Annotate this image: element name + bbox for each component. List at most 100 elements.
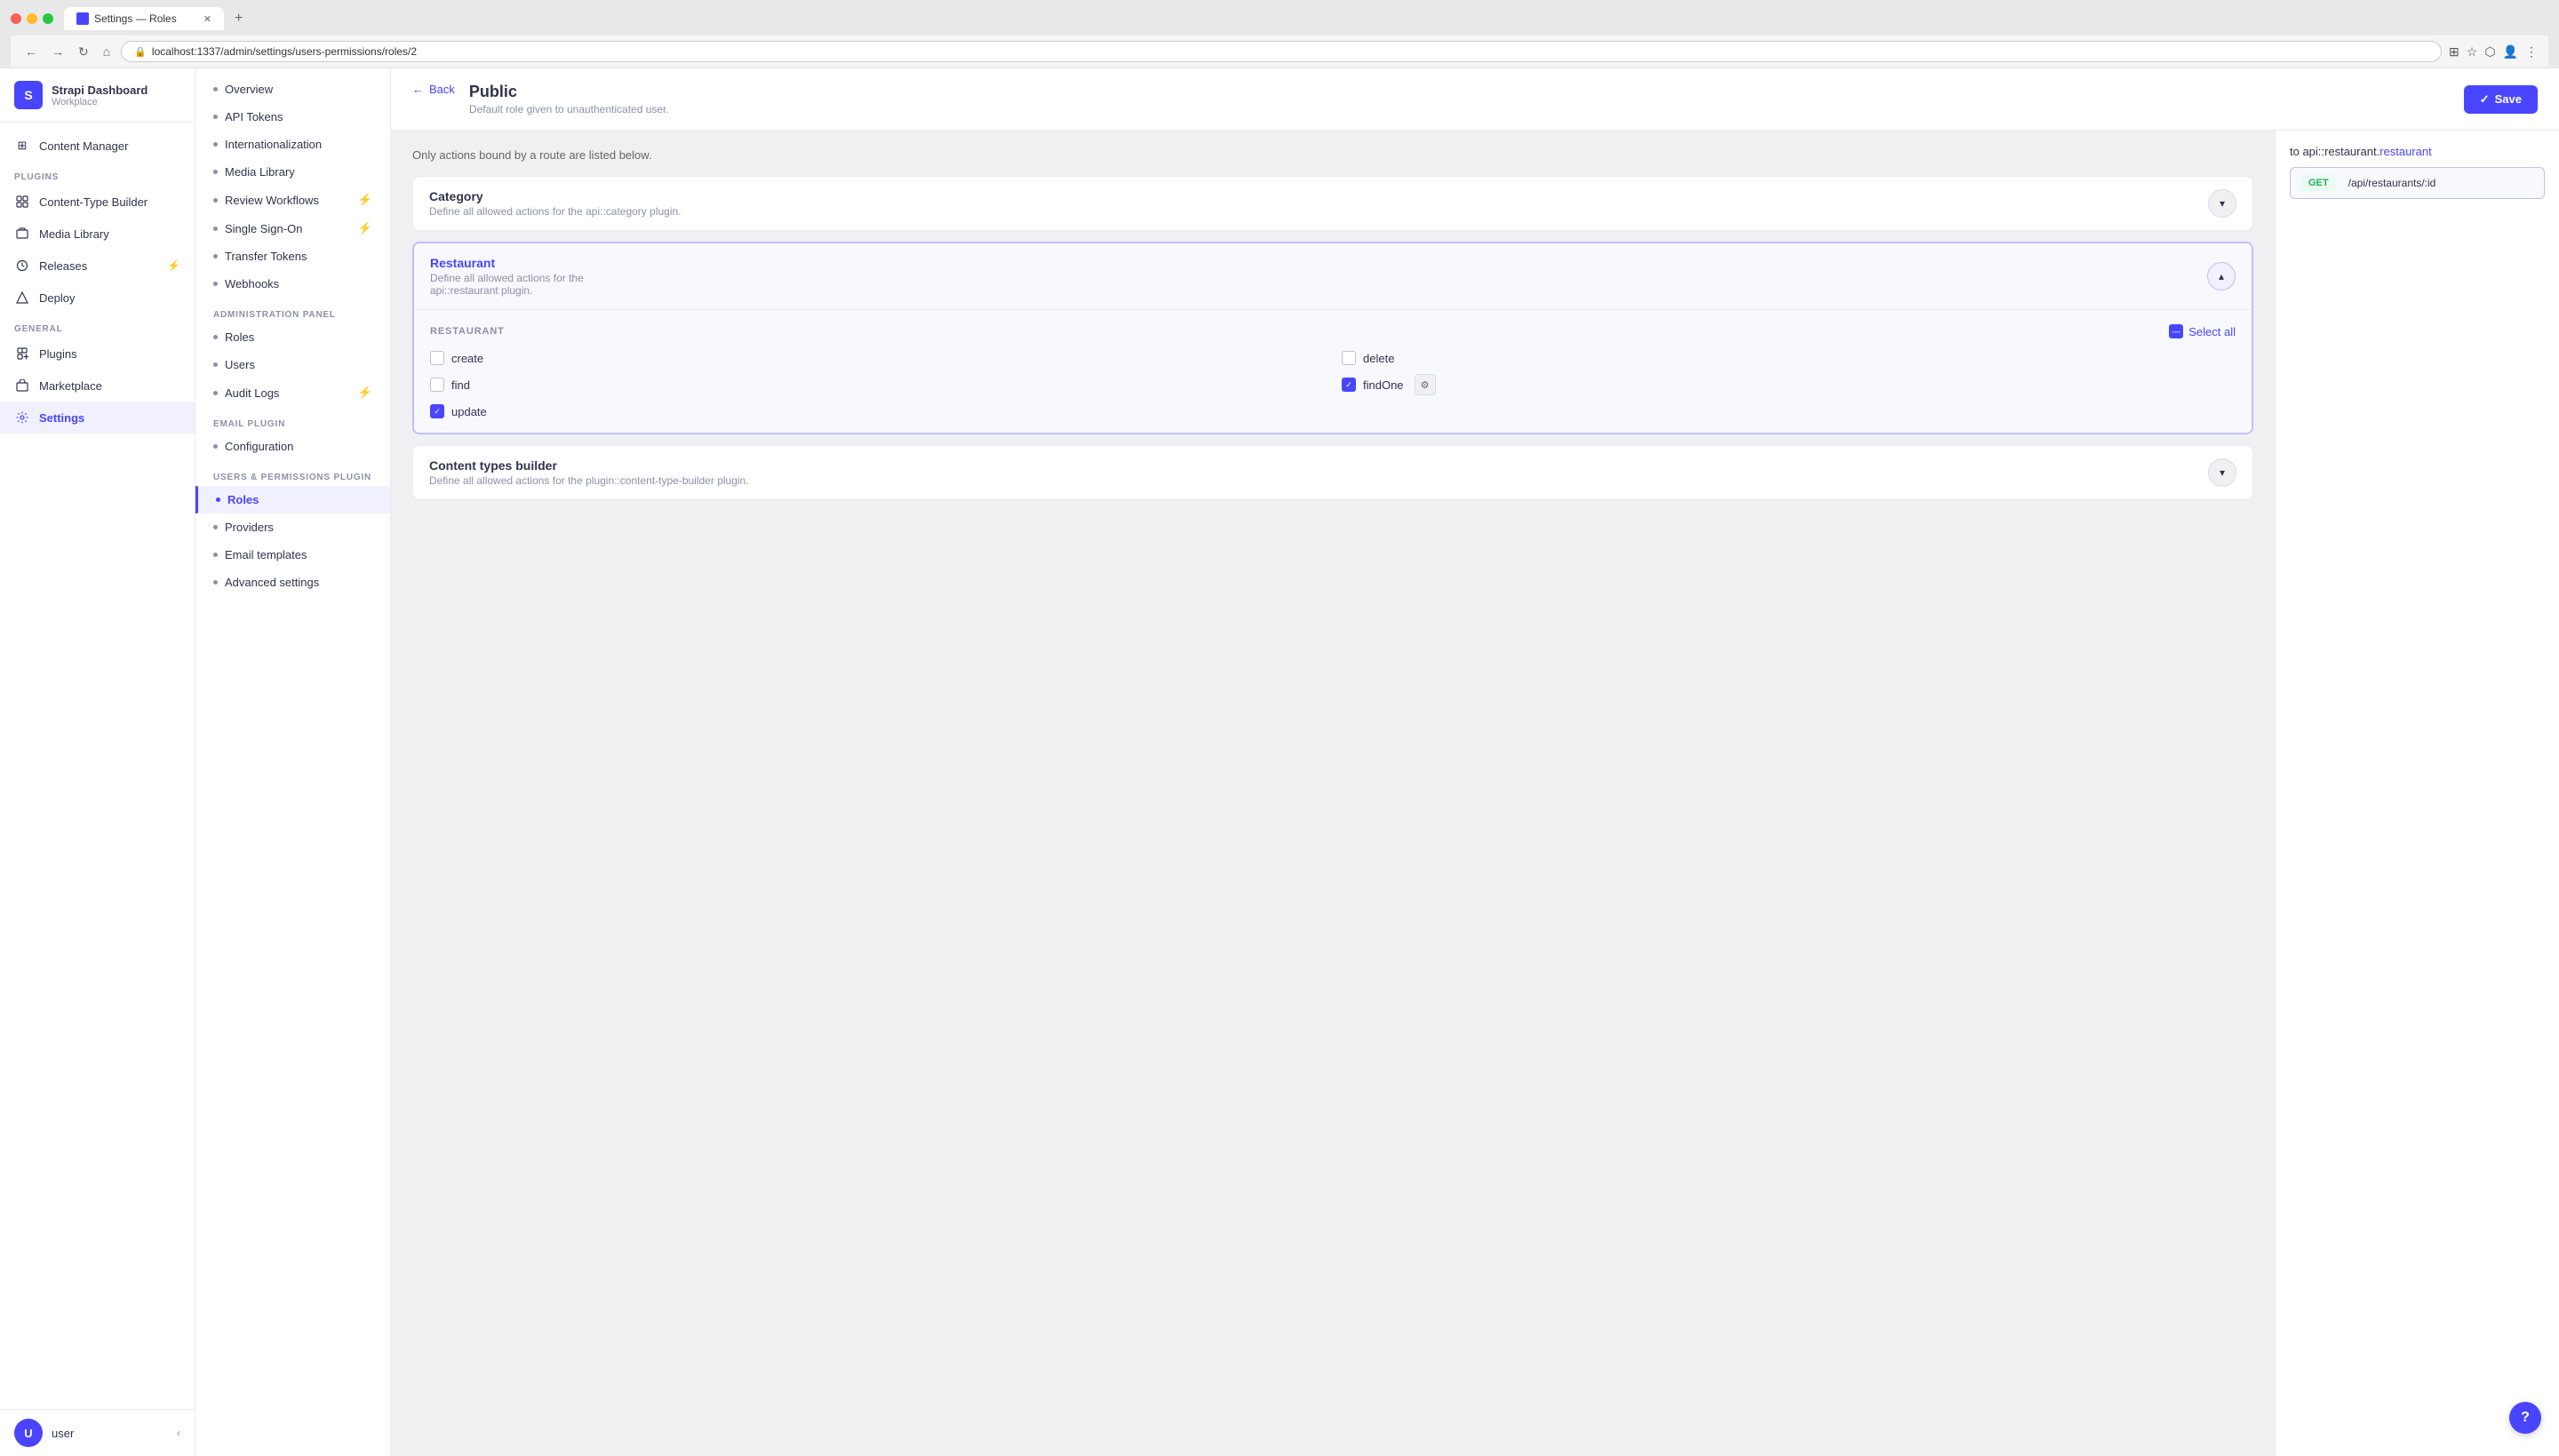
checkbox-findone[interactable]: ✓ bbox=[1342, 378, 1356, 392]
nav-home-btn[interactable]: ⌂ bbox=[100, 43, 114, 60]
nav-back-btn[interactable]: ← bbox=[21, 43, 41, 60]
traffic-lights bbox=[11, 13, 53, 24]
app-container: S Strapi Dashboard Workplace ⊞ Content M… bbox=[0, 68, 2559, 1456]
sidebar-nav: ⊞ Content Manager PLUGINS Content-Type B… bbox=[0, 123, 195, 1409]
settings-nav-label-users: Users bbox=[225, 358, 255, 371]
help-button[interactable]: ? bbox=[2509, 1402, 2541, 1434]
settings-nav-configuration[interactable]: Configuration bbox=[195, 433, 390, 460]
sidebar-item-releases[interactable]: Releases ⚡ bbox=[0, 250, 195, 282]
route-link[interactable]: restaurant bbox=[2380, 145, 2432, 158]
settings-nav-label-webhooks: Webhooks bbox=[225, 277, 279, 290]
nav-reload-btn[interactable]: ↻ bbox=[75, 43, 92, 61]
plugin-desc-ctb: Define all allowed actions for the plugi… bbox=[429, 474, 749, 487]
new-tab-btn[interactable]: + bbox=[227, 7, 250, 30]
save-button[interactable]: ✓ Save bbox=[2464, 85, 2538, 114]
sidebar-item-settings[interactable]: Settings bbox=[0, 402, 195, 434]
checkbox-update[interactable]: ✓ bbox=[430, 404, 444, 418]
brand-sub: Workplace bbox=[52, 97, 147, 107]
settings-nav-label-transfer-tokens: Transfer Tokens bbox=[225, 250, 307, 263]
sidebar-item-deploy[interactable]: Deploy bbox=[0, 282, 195, 314]
active-tab[interactable]: Settings — Roles ✕ bbox=[64, 7, 224, 30]
settings-nav-media-library[interactable]: Media Library bbox=[195, 158, 390, 186]
sidebar-item-content-manager[interactable]: ⊞ Content Manager bbox=[0, 130, 195, 162]
tab-title: Settings — Roles bbox=[94, 12, 177, 25]
settings-nav-label-review-workflows: Review Workflows bbox=[225, 194, 319, 207]
toggle-btn-restaurant[interactable]: ▴ bbox=[2207, 262, 2236, 290]
plugin-header-restaurant[interactable]: Restaurant Define all allowed actions fo… bbox=[414, 243, 2252, 309]
url-text: localhost:1337/admin/settings/users-perm… bbox=[152, 45, 417, 58]
back-button[interactable]: ← Back bbox=[412, 83, 455, 96]
settings-nav-advanced-settings[interactable]: Advanced settings bbox=[195, 569, 390, 596]
sidebar-item-label-releases: Releases bbox=[39, 259, 87, 273]
translate-icon[interactable]: ⊞ bbox=[2449, 44, 2459, 60]
sidebar-item-marketplace[interactable]: Marketplace bbox=[0, 370, 195, 402]
settings-nav-review-workflows[interactable]: Review Workflows ⚡ bbox=[195, 186, 390, 214]
bullet-providers bbox=[213, 525, 218, 529]
settings-nav-internationalization[interactable]: Internationalization bbox=[195, 131, 390, 158]
browser-tabs: Settings — Roles ✕ + bbox=[11, 7, 2548, 30]
toggle-btn-category[interactable]: ▾ bbox=[2208, 189, 2236, 218]
sidebar-item-label-ctb: Content-Type Builder bbox=[39, 195, 147, 209]
perm-label-delete: delete bbox=[1363, 352, 1394, 365]
bookmark-icon[interactable]: ☆ bbox=[2467, 44, 2478, 60]
bullet-review-workflows bbox=[213, 198, 218, 203]
bullet-media-library bbox=[213, 170, 218, 174]
minimize-window-btn[interactable] bbox=[27, 13, 37, 24]
route-path: GET /api/restaurants/:id bbox=[2290, 167, 2545, 199]
checkbox-find[interactable] bbox=[430, 378, 444, 392]
profile-icon[interactable]: 👤 bbox=[2503, 44, 2518, 60]
settings-nav-audit-logs[interactable]: Audit Logs ⚡ bbox=[195, 378, 390, 407]
maximize-window-btn[interactable] bbox=[43, 13, 53, 24]
plugin-body-restaurant: RESTAURANT — Select all create bbox=[414, 309, 2252, 433]
single-sign-on-badge: ⚡ bbox=[358, 221, 372, 235]
settings-nav-label-advanced-settings: Advanced settings bbox=[225, 576, 319, 589]
settings-nav-roles[interactable]: Roles bbox=[195, 323, 390, 351]
bullet-audit-logs bbox=[213, 391, 218, 395]
brand-icon: S bbox=[14, 81, 43, 109]
sidebar-item-content-type-builder[interactable]: Content-Type Builder bbox=[0, 186, 195, 218]
toggle-btn-ctb[interactable]: ▾ bbox=[2208, 458, 2236, 487]
sidebar-footer: U user ‹ bbox=[0, 1409, 195, 1456]
settings-nav-overview[interactable]: Overview bbox=[195, 76, 390, 103]
close-window-btn[interactable] bbox=[11, 13, 21, 24]
bullet-advanced-settings bbox=[213, 580, 218, 585]
settings-nav-roles-up[interactable]: Roles bbox=[198, 486, 390, 513]
tab-close-btn[interactable]: ✕ bbox=[203, 13, 211, 25]
settings-section-users-perms: USERS & PERMISSIONS PLUGIN bbox=[195, 460, 390, 486]
bullet-overview bbox=[213, 87, 218, 91]
settings-nav-transfer-tokens[interactable]: Transfer Tokens bbox=[195, 243, 390, 270]
checkbox-create[interactable] bbox=[430, 351, 444, 365]
plugin-header-ctb[interactable]: Content types builder Define all allowed… bbox=[413, 446, 2252, 499]
permissions-panel: Only actions bound by a route are listed… bbox=[391, 131, 2275, 1456]
review-workflows-badge: ⚡ bbox=[358, 193, 372, 207]
bullet-api-tokens bbox=[213, 115, 218, 119]
menu-icon[interactable]: ⋮ bbox=[2525, 44, 2538, 60]
collapse-sidebar-btn[interactable]: ‹ bbox=[177, 1427, 180, 1439]
checkbox-delete[interactable] bbox=[1342, 351, 1356, 365]
bullet-roles bbox=[213, 335, 218, 339]
settings-nav-label-providers: Providers bbox=[225, 521, 274, 534]
settings-nav-label-email-templates: Email templates bbox=[225, 548, 307, 561]
brand-initials: S bbox=[24, 88, 32, 102]
settings-nav-providers[interactable]: Providers bbox=[195, 513, 390, 541]
extension-icon[interactable]: ⬡ bbox=[2484, 44, 2495, 60]
findone-settings-btn[interactable]: ⚙ bbox=[1415, 374, 1436, 395]
select-all-btn[interactable]: — Select all bbox=[2169, 324, 2236, 338]
brand-name: Strapi Dashboard bbox=[52, 84, 147, 97]
address-bar[interactable]: 🔒 localhost:1337/admin/settings/users-pe… bbox=[121, 41, 2442, 62]
nav-forward-btn[interactable]: → bbox=[48, 43, 68, 60]
settings-nav-api-tokens[interactable]: API Tokens bbox=[195, 103, 390, 131]
bullet-email-templates bbox=[213, 553, 218, 557]
browser-nav: ← → ↻ ⌂ 🔒 localhost:1337/admin/settings/… bbox=[11, 36, 2548, 68]
settings-nav-label-roles-up: Roles bbox=[227, 493, 259, 506]
settings-nav-label-api-tokens: API Tokens bbox=[225, 110, 283, 123]
settings-nav-email-templates[interactable]: Email templates bbox=[195, 541, 390, 569]
settings-nav-single-sign-on[interactable]: Single Sign-On ⚡ bbox=[195, 214, 390, 243]
main-content: ← Back Public Default role given to unau… bbox=[391, 68, 2559, 1456]
plugin-header-category[interactable]: Category Define all allowed actions for … bbox=[413, 177, 2252, 230]
user-name: user bbox=[52, 1427, 74, 1440]
sidebar-item-media-library[interactable]: Media Library bbox=[0, 218, 195, 250]
sidebar-item-plugins[interactable]: Plugins bbox=[0, 338, 195, 370]
settings-nav-users[interactable]: Users bbox=[195, 351, 390, 378]
settings-nav-webhooks[interactable]: Webhooks bbox=[195, 270, 390, 298]
